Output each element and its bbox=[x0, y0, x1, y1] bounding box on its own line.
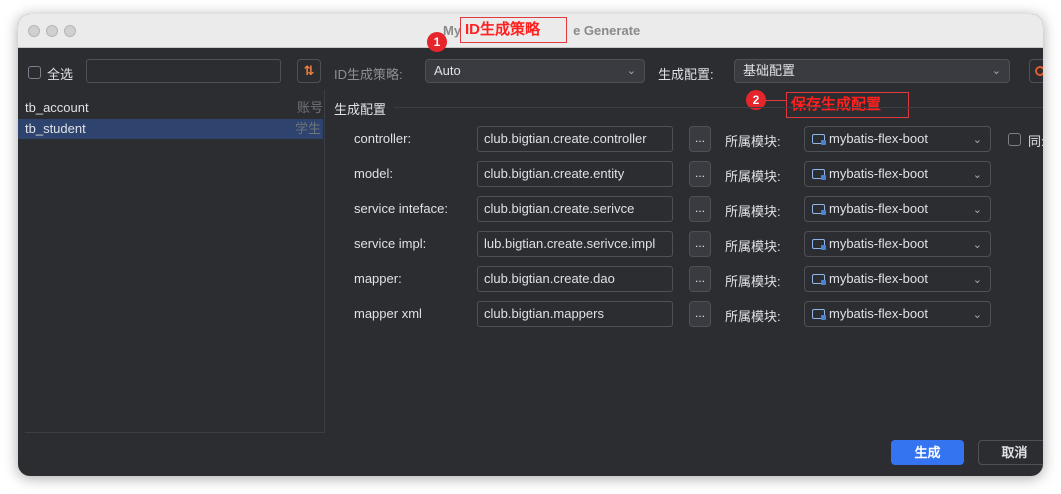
row-label: controller: bbox=[354, 131, 412, 146]
table-search-input[interactable] bbox=[86, 59, 281, 83]
sort-icon[interactable]: ⇅ bbox=[297, 59, 321, 83]
chevron-down-icon: ⌄ bbox=[991, 65, 1001, 77]
module-select[interactable]: mybatis-flex-boot ⌄ bbox=[804, 301, 991, 327]
record-icon bbox=[1035, 66, 1043, 76]
table-list: tb_account 账号 tb_student 学生 bbox=[18, 90, 325, 433]
table-name: tb_student bbox=[25, 121, 86, 136]
module-label: 所属模块: bbox=[725, 309, 781, 324]
module-label: 所属模块: bbox=[725, 239, 781, 254]
annotation-label-2: 保存生成配置 bbox=[786, 92, 909, 118]
module-select[interactable]: mybatis-flex-boot ⌄ bbox=[804, 161, 991, 187]
table-row-selected[interactable]: tb_student 学生 bbox=[18, 119, 323, 139]
chevron-down-icon: ⌄ bbox=[972, 169, 982, 181]
package-input[interactable]: club.bigtian.create.serivce bbox=[477, 196, 673, 222]
module-folder-icon bbox=[812, 309, 826, 320]
module-label: 所属模块: bbox=[725, 274, 781, 289]
module-value: mybatis-flex-boot bbox=[829, 131, 928, 146]
browse-button[interactable]: ... bbox=[689, 231, 711, 257]
section-divider bbox=[394, 107, 1043, 108]
cancel-button[interactable]: 取消 bbox=[978, 440, 1043, 465]
table-name: tb_account bbox=[25, 100, 89, 115]
module-value: mybatis-flex-boot bbox=[829, 166, 928, 181]
browse-button[interactable]: ... bbox=[689, 126, 711, 152]
id-strategy-select[interactable]: Auto ⌄ bbox=[425, 59, 645, 83]
module-select[interactable]: mybatis-flex-boot ⌄ bbox=[804, 196, 991, 222]
config-select[interactable]: 基础配置 ⌄ bbox=[734, 59, 1010, 83]
annotation-badge-1: 1 bbox=[427, 32, 447, 52]
chevron-down-icon: ⌄ bbox=[972, 134, 982, 146]
package-input[interactable]: club.bigtian.create.controller bbox=[477, 126, 673, 152]
browse-button[interactable]: ... bbox=[689, 196, 711, 222]
sync-checkbox[interactable] bbox=[1008, 133, 1021, 146]
close-window-button[interactable] bbox=[28, 25, 40, 37]
select-all-label: 全选 bbox=[47, 67, 74, 82]
module-select[interactable]: mybatis-flex-boot ⌄ bbox=[804, 266, 991, 292]
package-input[interactable]: club.bigtian.mappers bbox=[477, 301, 673, 327]
module-value: mybatis-flex-boot bbox=[829, 306, 928, 321]
row-label: service inteface: bbox=[354, 201, 448, 216]
select-all-checkbox[interactable] bbox=[28, 66, 41, 79]
chevron-down-icon: ⌄ bbox=[626, 65, 636, 77]
id-strategy-value: Auto bbox=[434, 63, 461, 78]
chevron-down-icon: ⌄ bbox=[972, 309, 982, 321]
module-label: 所属模块: bbox=[725, 134, 781, 149]
generate-button[interactable]: 生成 bbox=[891, 440, 964, 465]
module-folder-icon bbox=[812, 239, 826, 250]
row-label: mapper: bbox=[354, 271, 402, 286]
zoom-window-button[interactable] bbox=[64, 25, 76, 37]
save-config-button[interactable] bbox=[1029, 59, 1043, 83]
annotation-connector bbox=[766, 100, 786, 101]
module-select[interactable]: mybatis-flex-boot ⌄ bbox=[804, 126, 991, 152]
annotation-label-1: ID生成策略 bbox=[460, 17, 567, 43]
module-label: 所属模块: bbox=[725, 169, 781, 184]
module-folder-icon bbox=[812, 274, 826, 285]
module-select[interactable]: mybatis-flex-boot ⌄ bbox=[804, 231, 991, 257]
chevron-down-icon: ⌄ bbox=[972, 274, 982, 286]
row-label: service impl: bbox=[354, 236, 427, 251]
table-comment: 账号 bbox=[296, 100, 323, 115]
module-folder-icon bbox=[812, 134, 826, 145]
config-value: 基础配置 bbox=[743, 63, 796, 78]
module-value: mybatis-flex-boot bbox=[829, 236, 928, 251]
chevron-down-icon: ⌄ bbox=[972, 239, 982, 251]
table-comment: 学生 bbox=[294, 121, 321, 136]
chevron-down-icon: ⌄ bbox=[972, 204, 982, 216]
module-folder-icon bbox=[812, 169, 826, 180]
sync-label: 同: bbox=[1028, 134, 1043, 149]
minimize-window-button[interactable] bbox=[46, 25, 58, 37]
package-input[interactable]: lub.bigtian.create.serivce.impl bbox=[477, 231, 673, 257]
browse-button[interactable]: ... bbox=[689, 301, 711, 327]
table-row[interactable]: tb_account 账号 bbox=[25, 98, 323, 118]
section-title: 生成配置 bbox=[334, 102, 387, 117]
module-label: 所属模块: bbox=[725, 204, 781, 219]
row-label: model: bbox=[354, 166, 394, 181]
package-input[interactable]: club.bigtian.create.entity bbox=[477, 161, 673, 187]
row-label: mapper xml bbox=[354, 306, 422, 321]
id-strategy-label: ID生成策略: bbox=[334, 67, 403, 82]
module-value: mybatis-flex-boot bbox=[829, 201, 928, 216]
generate-dialog: My e Generate 1 ID生成策略 全选 ⇅ tb_account 账号… bbox=[18, 14, 1043, 476]
browse-button[interactable]: ... bbox=[689, 266, 711, 292]
module-folder-icon bbox=[812, 204, 826, 215]
package-input[interactable]: club.bigtian.create.dao bbox=[477, 266, 673, 292]
module-value: mybatis-flex-boot bbox=[829, 271, 928, 286]
config-label: 生成配置: bbox=[658, 67, 714, 82]
browse-button[interactable]: ... bbox=[689, 161, 711, 187]
